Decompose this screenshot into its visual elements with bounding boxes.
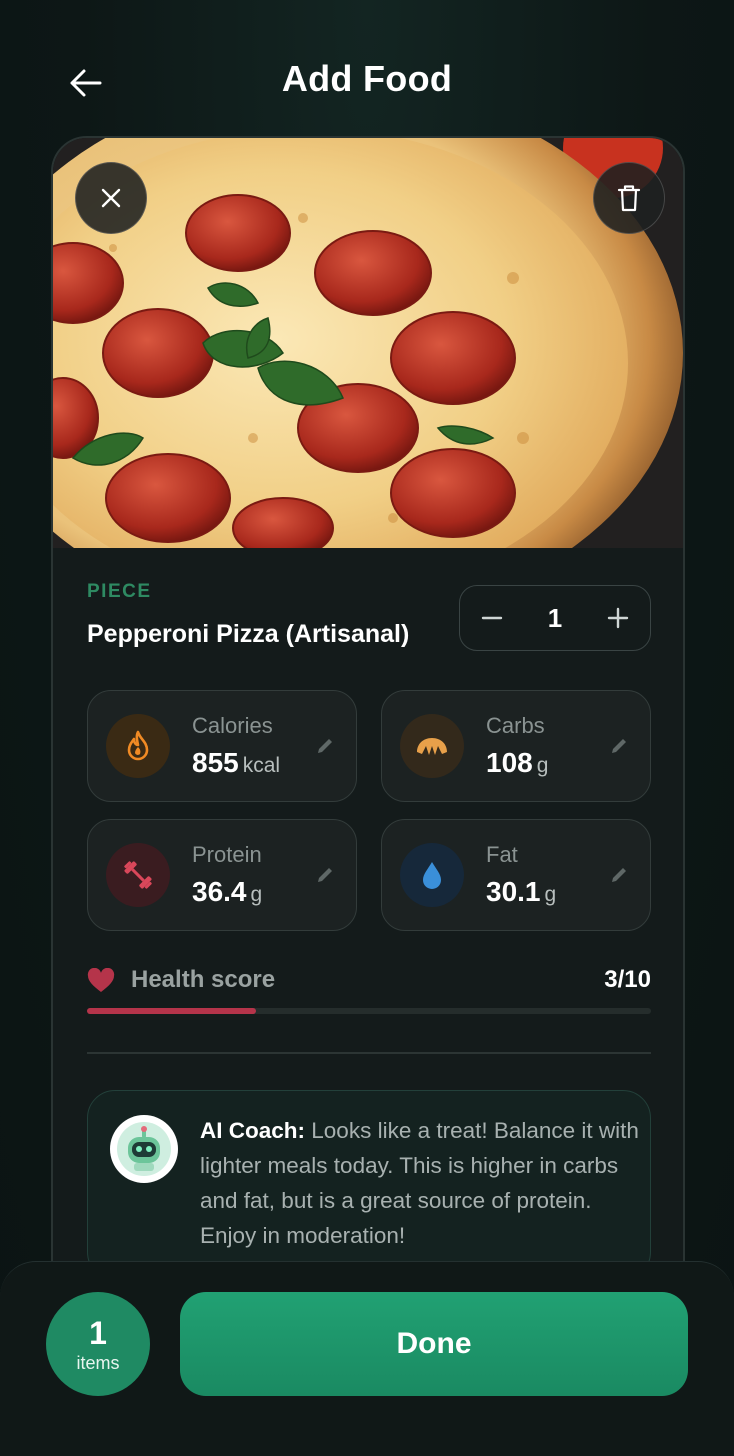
close-photo-button[interactable] xyxy=(75,162,147,234)
dumbbell-icon xyxy=(124,861,152,889)
macro-label: Protein xyxy=(192,842,262,867)
quantity-value: 1 xyxy=(547,602,563,633)
health-score-label: Health score xyxy=(131,966,276,993)
macro-value: 36.4 xyxy=(192,876,247,907)
droplet-icon xyxy=(423,862,441,889)
ai-coach-panel: AI Coach: Looks like a treat! Balance it… xyxy=(87,1090,651,1280)
macro-label: Calories xyxy=(192,713,273,738)
page-title: Add Food xyxy=(281,58,453,99)
macro-value-row: 855 kcal xyxy=(192,747,280,779)
ai-coach-prefix: AI Coach: xyxy=(200,1118,306,1143)
macro-value-row: 108 g xyxy=(486,747,548,779)
health-score-bar xyxy=(87,1008,651,1014)
edit-fat-icon[interactable] xyxy=(608,864,630,886)
macro-label: Carbs xyxy=(486,713,545,738)
health-score-fill xyxy=(87,1008,257,1014)
serving-unit: PIECE xyxy=(87,581,152,602)
macro-unit: g xyxy=(544,883,557,906)
macro-value-row: 30.1 g xyxy=(486,876,556,908)
croissant-icon xyxy=(417,738,447,755)
ai-coach-message: AI Coach: Looks like a treat! Balance it… xyxy=(200,1113,640,1253)
macro-unit: kcal xyxy=(242,754,281,777)
macro-card-carbs: Carbs 108 g xyxy=(381,690,651,802)
edit-carbs-icon[interactable] xyxy=(608,735,630,757)
minus-icon xyxy=(481,616,503,620)
macro-unit: g xyxy=(250,883,263,906)
carbs-icon-badge xyxy=(400,714,464,778)
decrease-quantity-button[interactable] xyxy=(478,604,506,632)
food-card: PIECE Pepperoni Pizza (Artisanal) 1 Calo… xyxy=(51,136,685,1336)
macro-unit: g xyxy=(536,754,549,777)
items-label: items xyxy=(76,1352,120,1373)
macro-value-row: 36.4 g xyxy=(192,876,262,908)
delete-photo-button[interactable] xyxy=(593,162,665,234)
health-score-row: Health score 3/10 xyxy=(87,964,651,998)
plus-icon xyxy=(607,607,629,629)
trash-icon xyxy=(617,185,641,212)
food-name: Pepperoni Pizza (Artisanal) xyxy=(87,620,410,648)
quantity-stepper: 1 xyxy=(459,585,651,651)
protein-icon-badge xyxy=(106,843,170,907)
heart-icon xyxy=(87,968,115,992)
macro-value: 30.1 xyxy=(486,876,541,907)
pizza-photo xyxy=(53,138,683,548)
items-count: 1 xyxy=(89,1314,107,1351)
macro-card-protein: Protein 36.4 g xyxy=(87,819,357,931)
done-button[interactable]: Done xyxy=(180,1292,688,1396)
divider xyxy=(87,1052,651,1054)
calories-icon-badge xyxy=(106,714,170,778)
robot-icon xyxy=(117,1122,171,1176)
flame-icon xyxy=(127,730,149,761)
macro-label: Fat xyxy=(486,842,518,867)
macro-value: 855 xyxy=(192,747,239,778)
macro-value: 108 xyxy=(486,747,533,778)
edit-calories-icon[interactable] xyxy=(314,735,336,757)
fat-icon-badge xyxy=(400,843,464,907)
food-photo xyxy=(53,138,683,548)
increase-quantity-button[interactable] xyxy=(604,604,632,632)
ai-coach-avatar xyxy=(110,1115,178,1183)
edit-protein-icon[interactable] xyxy=(314,864,336,886)
macro-card-calories: Calories 855 kcal xyxy=(87,690,357,802)
macro-card-fat: Fat 30.1 g xyxy=(381,819,651,931)
done-label: Done xyxy=(396,1327,472,1360)
items-count-badge[interactable]: 1 items xyxy=(46,1292,150,1396)
health-score-value: 3/10 xyxy=(604,966,651,993)
close-icon xyxy=(101,188,121,208)
